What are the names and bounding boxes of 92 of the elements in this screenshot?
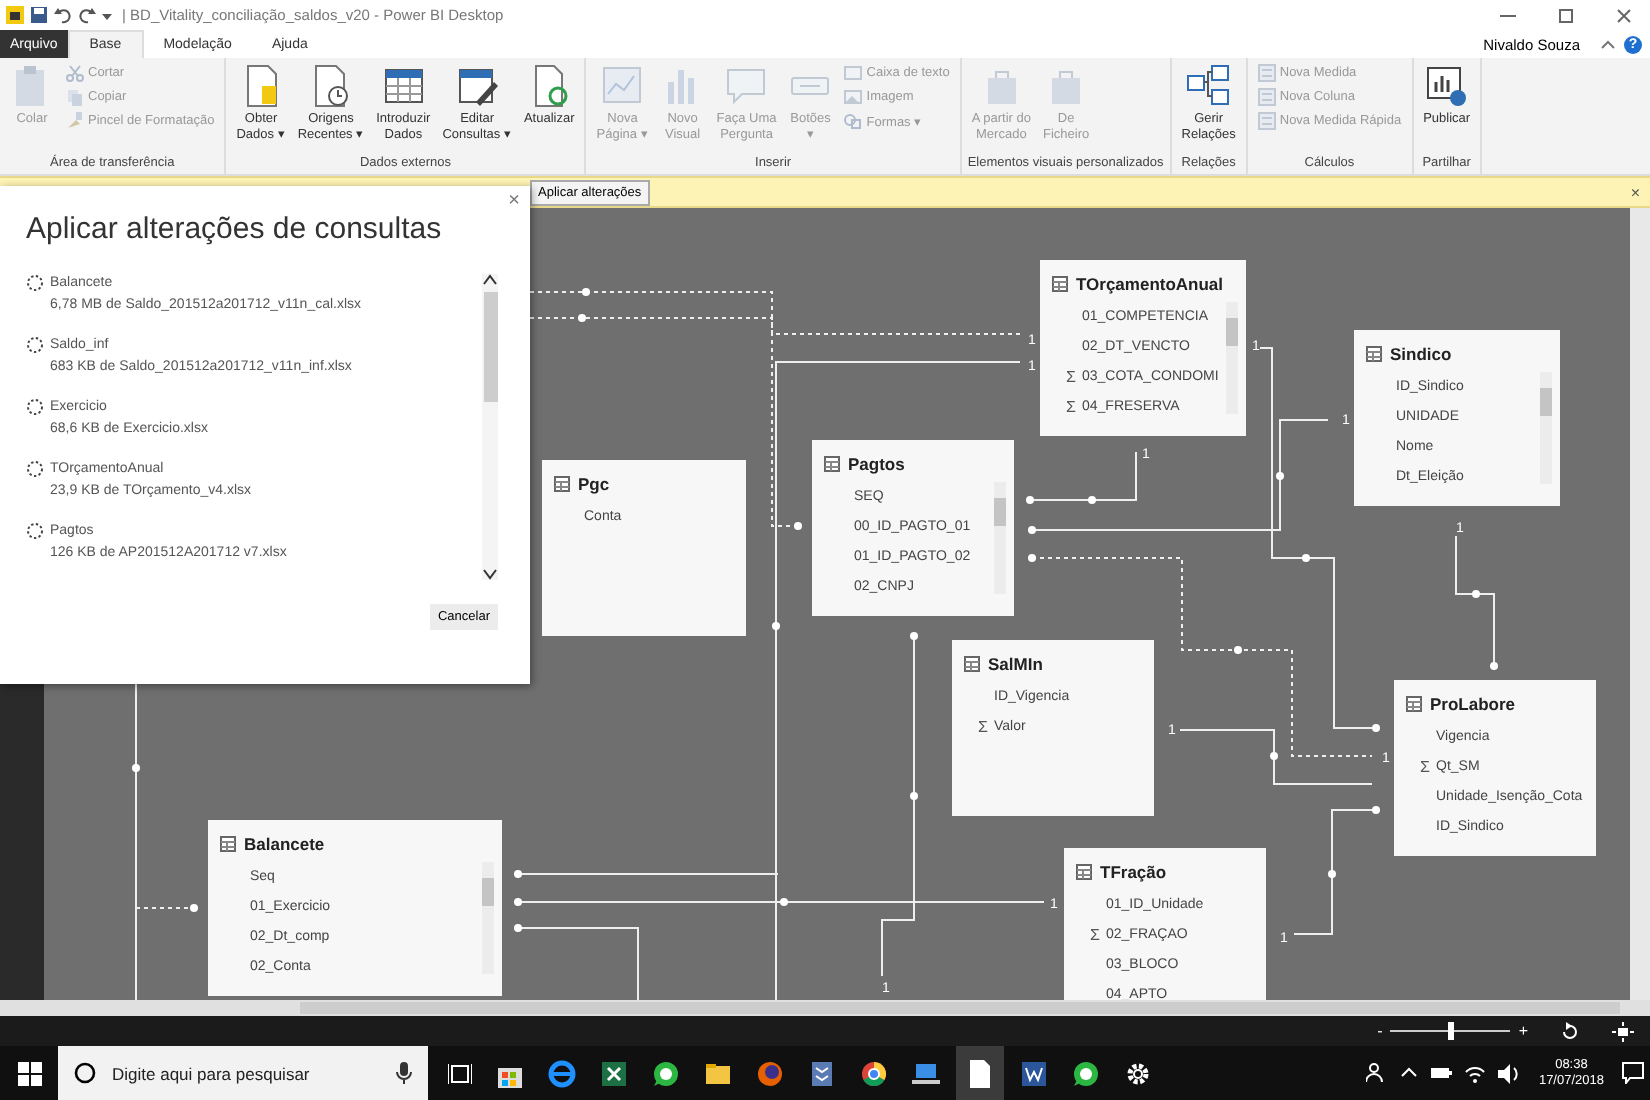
table-name: Sindico xyxy=(1390,344,1452,364)
app-icon[interactable] xyxy=(808,1059,836,1087)
zoom-out-button[interactable]: - xyxy=(1377,1022,1383,1040)
table-name: ProLabore xyxy=(1430,694,1516,714)
scrollbar[interactable] xyxy=(994,482,1006,594)
sigma-icon: Σ xyxy=(1052,398,1082,416)
windows-icon[interactable] xyxy=(18,1061,42,1085)
table-icon xyxy=(824,456,840,472)
wifi-icon[interactable] xyxy=(1464,1063,1487,1083)
close-icon[interactable] xyxy=(1614,5,1634,25)
image-icon xyxy=(844,88,863,106)
search-bar[interactable]: Digite aqui para pesquisar xyxy=(58,1046,428,1100)
sigma-icon: Σ xyxy=(1076,926,1106,944)
relationship-line[interactable] xyxy=(514,870,779,878)
table-name: Balancete xyxy=(244,834,325,854)
relationship-line[interactable] xyxy=(514,924,639,1000)
close-button[interactable]: × xyxy=(504,190,524,212)
app-logo-icon xyxy=(6,6,24,24)
sigma-icon: Σ xyxy=(1052,368,1082,386)
chat-bubble-icon[interactable] xyxy=(652,1059,680,1087)
zoom-in-button[interactable]: + xyxy=(1518,1022,1528,1040)
table-name: SalMIn xyxy=(988,654,1043,674)
search-field[interactable]: Digite aqui para pesquisar xyxy=(108,1061,384,1085)
task-view-icon[interactable] xyxy=(448,1061,472,1085)
relationship-line[interactable] xyxy=(1179,729,1373,785)
relationship-line[interactable] xyxy=(1455,535,1498,670)
document-icon[interactable] xyxy=(968,1059,992,1087)
table-icon xyxy=(1366,346,1382,362)
relationship-line[interactable] xyxy=(514,898,1045,906)
save-icon[interactable] xyxy=(30,6,48,24)
sigma-icon: Σ xyxy=(1406,758,1436,776)
relationship-line[interactable] xyxy=(529,288,1021,335)
maximize-icon[interactable] xyxy=(1556,5,1576,25)
table-name: TFração xyxy=(1100,862,1167,882)
scrollbar[interactable] xyxy=(300,1002,1620,1014)
slider-thumb[interactable] xyxy=(1448,1022,1455,1040)
scrollbar[interactable] xyxy=(482,274,498,580)
undo-icon[interactable] xyxy=(54,6,72,24)
relationship-line[interactable] xyxy=(132,683,140,1000)
assistant-circle-icon[interactable] xyxy=(74,1062,96,1084)
scrollbar[interactable] xyxy=(1630,208,1650,1000)
shapes-icon xyxy=(844,112,863,130)
text-box-icon xyxy=(844,64,863,82)
table-icon xyxy=(220,836,236,852)
relationship-line[interactable] xyxy=(1259,347,1380,732)
table-icon xyxy=(964,656,980,672)
relationship-line[interactable] xyxy=(529,314,802,530)
dialog-title: Aplicar alterações de consultas xyxy=(26,212,444,246)
scroll-down-icon[interactable] xyxy=(482,568,498,580)
close-button[interactable]: × xyxy=(1620,183,1650,201)
table-name: Pgc xyxy=(578,474,610,494)
loading-spinner-icon xyxy=(26,460,44,478)
sigma-icon: Σ xyxy=(964,718,994,736)
loading-spinner-icon xyxy=(26,336,44,354)
cut-icon xyxy=(66,64,84,82)
relationship-line[interactable] xyxy=(1028,419,1329,534)
microphone-icon[interactable] xyxy=(396,1062,412,1084)
redo-icon[interactable] xyxy=(78,6,96,24)
collapse-ribbon-icon[interactable] xyxy=(1600,36,1616,52)
table-icon xyxy=(1076,864,1092,880)
scroll-up-icon[interactable] xyxy=(482,274,498,286)
table-icon xyxy=(1406,696,1422,712)
settings-icon[interactable] xyxy=(1124,1059,1152,1087)
relationship-line[interactable] xyxy=(881,632,918,977)
loading-spinner-icon xyxy=(26,398,44,416)
chat-bubble-icon[interactable] xyxy=(1072,1059,1100,1087)
relationship-line[interactable] xyxy=(1293,806,1380,935)
scrollbar[interactable] xyxy=(1540,372,1552,484)
fit-to-page-icon[interactable] xyxy=(1612,1021,1634,1041)
table-icon xyxy=(554,476,570,492)
relationship-line[interactable] xyxy=(135,904,198,912)
brush-icon xyxy=(66,112,84,130)
caret-icon[interactable] xyxy=(1400,1064,1419,1082)
table-name: TOrçamentoAnual xyxy=(1076,274,1224,294)
copy-icon xyxy=(66,88,84,106)
scrollbar[interactable] xyxy=(482,862,494,974)
browser-icon[interactable] xyxy=(548,1059,576,1087)
word-processor-icon[interactable] xyxy=(1020,1059,1048,1087)
reset-icon[interactable] xyxy=(1560,1021,1580,1041)
laptop-icon[interactable] xyxy=(912,1059,940,1087)
notifications-icon[interactable] xyxy=(1622,1062,1644,1084)
volume-icon[interactable] xyxy=(1498,1063,1521,1083)
table-name: Pagtos xyxy=(848,454,905,474)
table-icon xyxy=(1052,276,1068,292)
scrollbar[interactable] xyxy=(1226,302,1238,414)
loading-spinner-icon xyxy=(26,274,44,292)
spreadsheet-icon[interactable] xyxy=(600,1059,628,1087)
folder-icon[interactable] xyxy=(704,1059,732,1087)
relationship-line[interactable] xyxy=(1026,451,1137,504)
people-icon[interactable] xyxy=(1366,1062,1389,1084)
battery-icon[interactable] xyxy=(1430,1064,1453,1082)
loading-spinner-icon xyxy=(26,522,44,540)
